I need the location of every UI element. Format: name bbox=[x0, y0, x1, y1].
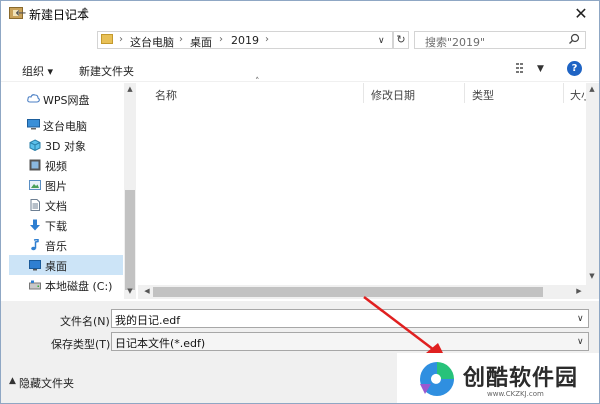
horizontal-scroll-thumb[interactable] bbox=[153, 287, 543, 297]
new-folder-button[interactable]: 新建文件夹 bbox=[79, 63, 134, 79]
sidebar-item-label: 这台电脑 bbox=[43, 120, 87, 133]
sidebar-item-music[interactable]: 音乐 bbox=[9, 235, 123, 255]
back-arrow-icon[interactable]: ← bbox=[13, 6, 29, 22]
help-icon[interactable]: ? bbox=[567, 61, 582, 76]
picture-icon bbox=[29, 179, 41, 190]
sidebar-item-label: 文档 bbox=[45, 200, 67, 213]
refresh-button[interactable]: ↻ bbox=[393, 31, 409, 49]
sidebar-item-downloads[interactable]: 下载 bbox=[9, 215, 123, 235]
organize-button[interactable]: 组织 ▾ bbox=[22, 63, 53, 79]
column-header-name[interactable]: 名称 bbox=[155, 87, 177, 103]
search-placeholder: 搜索"2019" bbox=[425, 36, 486, 49]
sidebar-item-label: 下载 bbox=[45, 220, 67, 233]
folder-icon bbox=[101, 34, 113, 44]
drive-icon bbox=[29, 279, 41, 290]
filetype-value: 日记本文件(*.edf) bbox=[115, 337, 206, 350]
view-dropdown-icon[interactable]: ▼ bbox=[537, 64, 544, 74]
search-icon[interactable] bbox=[567, 33, 581, 47]
desktop-icon bbox=[29, 259, 41, 271]
column-header-type[interactable]: 类型 bbox=[472, 87, 494, 103]
sidebar-item-wps-cloud[interactable]: WPS网盘 bbox=[9, 89, 123, 109]
sidebar-item-this-pc[interactable]: 这台电脑 bbox=[9, 115, 123, 135]
breadcrumb-separator-icon: › bbox=[179, 34, 183, 45]
column-header-date-modified[interactable]: 修改日期 bbox=[371, 87, 415, 103]
file-list[interactable] bbox=[138, 103, 586, 285]
computer-icon bbox=[27, 119, 40, 130]
collapse-arrow-icon[interactable]: ▲ bbox=[9, 376, 16, 386]
sidebar-item-pictures[interactable]: 图片 bbox=[9, 175, 123, 195]
scroll-up-arrow-icon[interactable]: ▲ bbox=[124, 85, 136, 93]
recent-dropdown-icon[interactable]: ∨ bbox=[59, 6, 75, 22]
breadcrumb-separator-icon: › bbox=[219, 34, 223, 45]
filename-field[interactable] bbox=[111, 309, 589, 328]
sidebar-item-label: 3D 对象 bbox=[45, 140, 86, 153]
hide-folders-button[interactable]: 隐藏文件夹 bbox=[19, 375, 74, 391]
filename-label: 文件名(N): bbox=[60, 315, 114, 328]
scroll-right-arrow-icon[interactable]: ▶ bbox=[573, 287, 585, 295]
download-icon bbox=[29, 219, 41, 231]
sidebar-item-3d-objects[interactable]: 3D 对象 bbox=[9, 135, 123, 155]
sidebar-item-label: WPS网盘 bbox=[43, 94, 90, 107]
cloud-icon bbox=[27, 93, 40, 104]
sort-indicator-icon: ˄ bbox=[255, 77, 260, 87]
breadcrumb-separator-icon: › bbox=[119, 34, 123, 45]
music-icon bbox=[29, 238, 41, 251]
scroll-up-arrow-icon[interactable]: ▲ bbox=[586, 85, 598, 93]
breadcrumb-this-pc[interactable]: 这台电脑 bbox=[130, 34, 174, 50]
sidebar-item-label: 本地磁盘 (C:) bbox=[45, 280, 113, 293]
save-dialog: 新建日记本 ✕ ← → ∨ ↑ › 这台电脑 › 桌面 › 2019 › ∨ ↻… bbox=[0, 0, 600, 404]
sidebar-item-label: 视频 bbox=[45, 160, 67, 173]
filename-dropdown-icon[interactable]: ∨ bbox=[577, 314, 584, 324]
sidebar-item-documents[interactable]: 文档 bbox=[9, 195, 123, 215]
column-divider[interactable] bbox=[563, 83, 564, 103]
forward-arrow-icon[interactable]: → bbox=[39, 6, 55, 22]
address-dropdown-icon[interactable]: ∨ bbox=[378, 36, 385, 46]
scroll-down-arrow-icon[interactable]: ▼ bbox=[124, 287, 136, 295]
file-list-scrollbar[interactable] bbox=[586, 83, 599, 299]
column-divider[interactable] bbox=[363, 83, 364, 103]
breadcrumb-desktop[interactable]: 桌面 bbox=[190, 34, 212, 50]
sidebar-scroll-thumb[interactable] bbox=[125, 190, 135, 290]
sidebar-item-local-disk[interactable]: 本地磁盘 (C:) bbox=[9, 275, 123, 295]
filename-value: 我的日记.edf bbox=[115, 314, 181, 327]
watermark-url: www.CKZKJ.com bbox=[487, 390, 544, 398]
sidebar-item-desktop[interactable]: 桌面 bbox=[9, 255, 123, 275]
watermark-brand: 创酷软件园 bbox=[463, 366, 579, 391]
document-icon bbox=[29, 199, 41, 211]
breadcrumb-separator-icon: › bbox=[265, 34, 269, 45]
view-options-icon[interactable] bbox=[516, 62, 530, 74]
column-divider[interactable] bbox=[464, 83, 465, 103]
navigation-pane: WPS网盘 这台电脑 3D 对象 视频 图片 文档 下载 音乐 桌面 本地磁盘 … bbox=[9, 83, 123, 297]
brand-logo-icon bbox=[420, 362, 454, 396]
close-button[interactable]: ✕ bbox=[571, 4, 591, 24]
video-icon bbox=[29, 159, 41, 171]
scroll-left-arrow-icon[interactable]: ◀ bbox=[141, 287, 153, 295]
filetype-label: 保存类型(T): bbox=[51, 338, 115, 351]
breadcrumb-2019[interactable]: 2019 bbox=[231, 34, 259, 47]
filetype-dropdown-icon[interactable]: ∨ bbox=[577, 337, 584, 347]
cube-icon bbox=[29, 139, 41, 152]
sidebar-item-label: 音乐 bbox=[45, 240, 67, 253]
up-arrow-icon[interactable]: ↑ bbox=[77, 6, 93, 22]
scroll-down-arrow-icon[interactable]: ▼ bbox=[586, 272, 598, 280]
sidebar-item-label: 图片 bbox=[45, 180, 67, 193]
sidebar-item-videos[interactable]: 视频 bbox=[9, 155, 123, 175]
column-header-size[interactable]: 大小 bbox=[570, 87, 586, 103]
sidebar-item-label: 桌面 bbox=[45, 260, 67, 273]
